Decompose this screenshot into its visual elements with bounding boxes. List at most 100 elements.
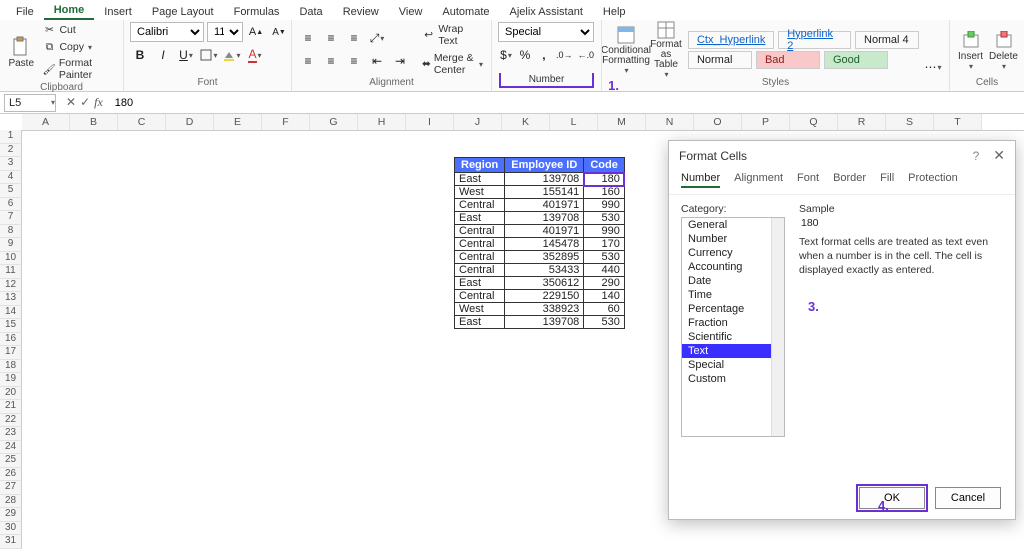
delete-cells-button[interactable]: Delete <box>989 24 1018 76</box>
indent-dec-button[interactable]: ⇤ <box>367 51 387 71</box>
increase-decimal-button[interactable]: .0→ <box>555 45 574 65</box>
style-normal[interactable]: Normal <box>688 51 752 69</box>
merge-center-button[interactable]: ⬌Merge & Center <box>420 51 485 77</box>
style-normal4[interactable]: Normal 4 <box>855 31 919 49</box>
table-cell[interactable]: 530 <box>584 251 625 264</box>
col-header[interactable]: S <box>886 114 934 130</box>
row-header[interactable]: 5 <box>0 184 22 198</box>
row-header[interactable]: 23 <box>0 427 22 441</box>
cut-button[interactable]: ✂Cut <box>40 22 117 38</box>
format-painter-button[interactable]: 🖌Format Painter <box>40 56 117 82</box>
category-item[interactable]: Special <box>682 358 784 372</box>
tab-view[interactable]: View <box>389 4 433 20</box>
tab-help[interactable]: Help <box>593 4 636 20</box>
table-cell[interactable]: 401971 <box>505 225 584 238</box>
table-cell[interactable]: 990 <box>584 199 625 212</box>
style-ctx-hyperlink[interactable]: Ctx_Hyperlink <box>688 31 774 49</box>
tab-insert[interactable]: Insert <box>94 4 142 20</box>
col-header[interactable]: A <box>22 114 70 130</box>
dialog-tab-alignment[interactable]: Alignment <box>734 172 783 188</box>
style-good[interactable]: Good <box>824 51 888 69</box>
dialog-tab-fill[interactable]: Fill <box>880 172 894 188</box>
row-header[interactable]: 24 <box>0 441 22 455</box>
decrease-decimal-button[interactable]: ←.0 <box>576 45 595 65</box>
tab-review[interactable]: Review <box>333 4 389 20</box>
grow-font-button[interactable]: A▲ <box>246 22 266 42</box>
accounting-format-button[interactable]: $ <box>498 45 514 65</box>
col-header[interactable]: G <box>310 114 358 130</box>
valign-mid-button[interactable]: ≡ <box>321 28 341 48</box>
col-header[interactable]: F <box>262 114 310 130</box>
dialog-tab-number[interactable]: Number <box>681 172 720 188</box>
row-header[interactable]: 15 <box>0 319 22 333</box>
row-header[interactable]: 22 <box>0 414 22 428</box>
conditional-formatting-button[interactable]: Conditional Formatting <box>608 24 644 76</box>
col-header[interactable]: M <box>598 114 646 130</box>
name-box[interactable]: L5▾ <box>4 94 56 112</box>
table-cell[interactable]: 145478 <box>505 238 584 251</box>
col-header[interactable]: I <box>406 114 454 130</box>
tab-formulas[interactable]: Formulas <box>224 4 290 20</box>
table-cell[interactable]: East <box>455 277 505 290</box>
category-item[interactable]: Number <box>682 232 784 246</box>
col-header[interactable]: D <box>166 114 214 130</box>
valign-top-button[interactable]: ≡ <box>298 28 318 48</box>
category-item[interactable]: General <box>682 218 784 232</box>
category-item[interactable]: Fraction <box>682 316 784 330</box>
category-item[interactable]: Text <box>682 344 784 358</box>
wrap-text-button[interactable]: ↩Wrap Text <box>420 22 485 48</box>
row-header[interactable]: 20 <box>0 387 22 401</box>
row-header[interactable]: 16 <box>0 333 22 347</box>
orientation-button[interactable]: ⤢ <box>367 28 387 48</box>
style-bad[interactable]: Bad <box>756 51 820 69</box>
help-button[interactable]: ? <box>973 149 980 163</box>
cell-styles-more-button[interactable]: ⋯ <box>923 57 943 77</box>
row-header[interactable]: 9 <box>0 238 22 252</box>
table-cell[interactable]: 53433 <box>505 264 584 277</box>
tab-home[interactable]: Home <box>44 2 95 20</box>
col-header[interactable]: L <box>550 114 598 130</box>
valign-bot-button[interactable]: ≡ <box>344 28 364 48</box>
halign-right-button[interactable]: ≡ <box>344 51 364 71</box>
table-cell[interactable]: Central <box>455 264 505 277</box>
dialog-tab-protection[interactable]: Protection <box>908 172 958 188</box>
table-cell[interactable]: 140 <box>584 290 625 303</box>
table-cell[interactable]: 352895 <box>505 251 584 264</box>
tab-file[interactable]: File <box>6 4 44 20</box>
scrollbar[interactable] <box>771 218 784 436</box>
table-cell[interactable]: East <box>455 173 505 186</box>
close-button[interactable]: ✕ <box>993 147 1005 163</box>
table-cell[interactable]: 139708 <box>505 316 584 329</box>
row-header[interactable]: 11 <box>0 265 22 279</box>
category-item[interactable]: Custom <box>682 372 784 386</box>
row-header[interactable]: 8 <box>0 225 22 239</box>
border-button[interactable] <box>199 45 219 65</box>
row-header[interactable]: 6 <box>0 198 22 212</box>
formula-input[interactable] <box>109 97 1024 109</box>
dialog-tab-font[interactable]: Font <box>797 172 819 188</box>
dialog-tab-border[interactable]: Border <box>833 172 866 188</box>
spreadsheet-grid[interactable]: ABCDEFGHIJKLMNOPQRST 1234567891011121314… <box>0 114 1024 131</box>
tab-page-layout[interactable]: Page Layout <box>142 4 224 20</box>
insert-cells-button[interactable]: Insert <box>956 24 985 76</box>
bold-button[interactable]: B <box>130 45 150 65</box>
row-header[interactable]: 18 <box>0 360 22 374</box>
italic-button[interactable]: I <box>153 45 173 65</box>
underline-button[interactable]: U <box>176 45 196 65</box>
row-header[interactable]: 13 <box>0 292 22 306</box>
col-header[interactable]: B <box>70 114 118 130</box>
table-cell[interactable]: 530 <box>584 316 625 329</box>
row-header[interactable]: 21 <box>0 400 22 414</box>
table-cell[interactable]: 229150 <box>505 290 584 303</box>
enter-formula-button[interactable]: ✓ <box>80 95 90 110</box>
category-item[interactable]: Accounting <box>682 260 784 274</box>
tab-ajelix-assistant[interactable]: Ajelix Assistant <box>500 4 593 20</box>
tab-data[interactable]: Data <box>289 4 332 20</box>
shrink-font-button[interactable]: A▼ <box>269 22 289 42</box>
table-cell[interactable]: West <box>455 303 505 316</box>
table-cell[interactable]: East <box>455 212 505 225</box>
table-cell[interactable]: 60 <box>584 303 625 316</box>
ok-button[interactable]: OK <box>859 487 925 509</box>
table-cell[interactable]: 401971 <box>505 199 584 212</box>
table-cell[interactable]: Central <box>455 238 505 251</box>
